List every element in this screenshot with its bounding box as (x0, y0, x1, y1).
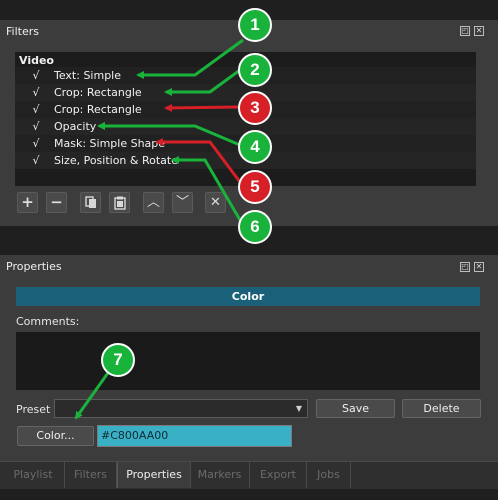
annotation-badge-3: 3 (238, 91, 272, 125)
annotation-badge-2: 2 (238, 53, 272, 87)
annotation-badge-6: 6 (238, 210, 272, 244)
annotation-arrow-7 (74, 369, 112, 420)
annotation-arrow-2 (164, 68, 241, 96)
annotation-badge-5: 5 (238, 170, 272, 204)
annotation-arrow-5 (155, 138, 242, 183)
annotation-badge-7: 7 (101, 343, 135, 377)
annotation-badge-4: 4 (238, 130, 272, 164)
annotation-arrow-3 (164, 103, 239, 112)
annotation-arrow-1 (136, 38, 244, 79)
annotation-badge-1: 1 (238, 8, 272, 42)
